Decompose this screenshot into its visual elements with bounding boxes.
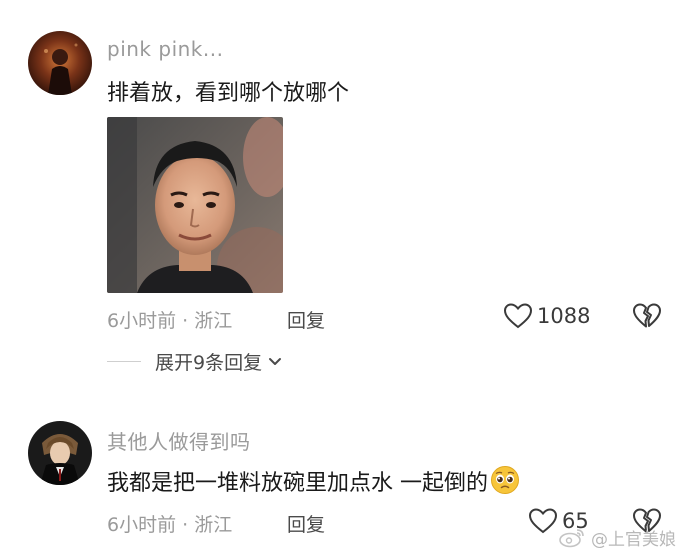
avatar[interactable] — [28, 421, 92, 485]
comment-image[interactable] — [107, 117, 283, 293]
comment-text-body: 我都是把一堆料放碗里加点水 一起倒的 — [107, 471, 488, 496]
like-button[interactable]: 1088 — [503, 302, 590, 330]
username[interactable]: 其他人做得到吗 — [107, 426, 251, 455]
expand-replies[interactable]: 展开9条回复 — [107, 348, 282, 375]
reply-button[interactable]: 回复 — [287, 510, 325, 537]
reply-button[interactable]: 回复 — [287, 306, 325, 333]
comment-meta: 6小时前 · 浙江 — [107, 514, 233, 536]
divider — [107, 361, 141, 362]
avatar[interactable] — [28, 31, 92, 95]
heart-outline-icon — [503, 302, 533, 330]
comment-meta: 6小时前 · 浙江 — [107, 310, 233, 332]
watermark-text: @上官美娘 — [591, 530, 676, 550]
username[interactable]: pink pink... — [107, 37, 223, 61]
expand-replies-label[interactable]: 展开9条回复 — [155, 348, 262, 375]
heart-outline-icon — [528, 507, 558, 535]
pleading-face-icon — [490, 465, 520, 501]
like-count: 1088 — [537, 304, 591, 328]
broken-heart-icon — [632, 302, 662, 330]
comment-text: 我都是把一堆料放碗里加点水 一起倒的 — [107, 465, 520, 501]
comment-text: 排着放，看到哪个放哪个 — [107, 81, 350, 106]
watermark: @上官美娘 — [559, 525, 676, 550]
weibo-logo-icon — [559, 528, 584, 547]
dislike-button[interactable] — [632, 302, 662, 330]
chevron-down-icon — [269, 357, 282, 365]
